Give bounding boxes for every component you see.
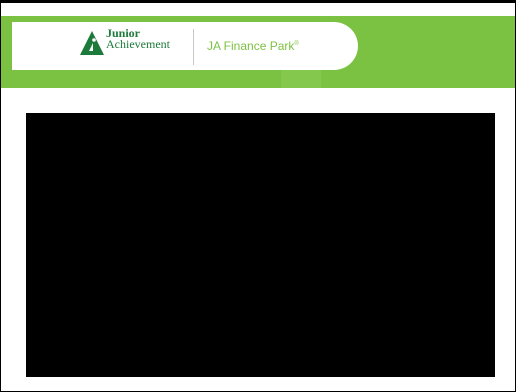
product-title: JA Finance Park® bbox=[207, 39, 299, 53]
video-player[interactable] bbox=[26, 113, 495, 377]
brand-line-2: Achievement bbox=[106, 37, 170, 51]
top-rule bbox=[1, 1, 515, 3]
product-name-text: JA Finance Park bbox=[207, 39, 295, 53]
ja-logo-icon bbox=[80, 31, 104, 55]
logo-divider bbox=[193, 29, 194, 65]
trademark-mark: ® bbox=[294, 41, 299, 47]
logo-container bbox=[12, 22, 358, 70]
page-frame: Junior Achievement JA Finance Park® bbox=[0, 0, 516, 392]
junior-achievement-wordmark: Junior Achievement bbox=[106, 27, 170, 51]
